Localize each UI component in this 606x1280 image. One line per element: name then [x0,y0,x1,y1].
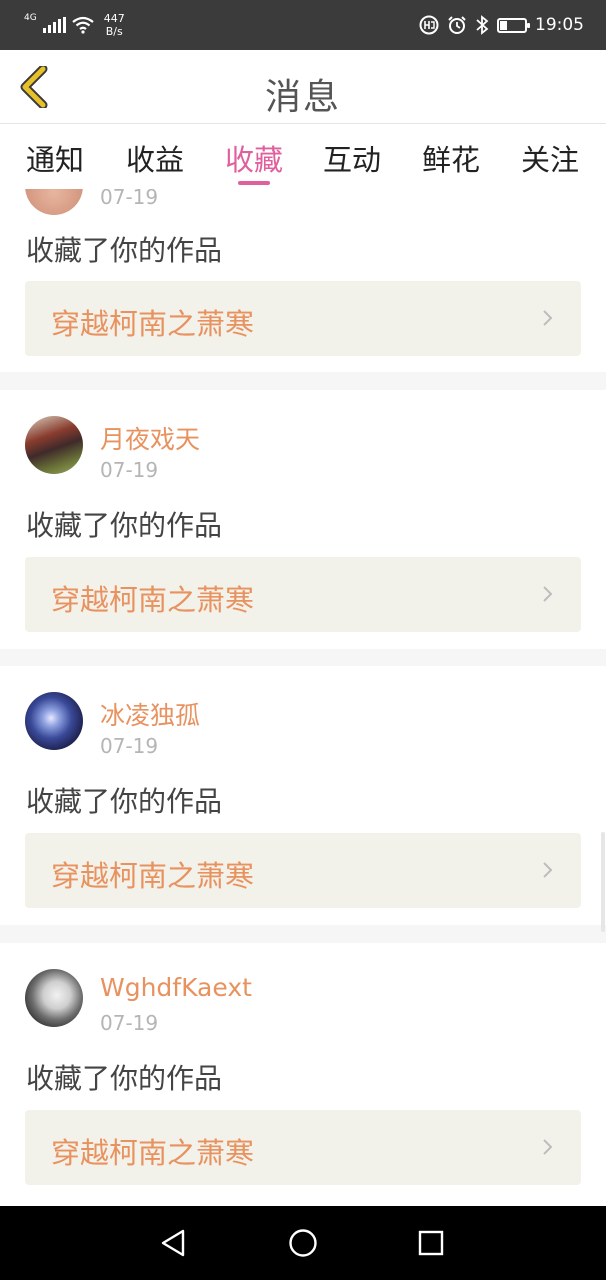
notification-action: 收藏了你的作品 [26,785,223,818]
network-speed: 447 B/s [104,12,125,38]
username[interactable]: WghdfKaext [100,973,252,1002]
system-nav-bar [0,1206,606,1280]
nav-home-button[interactable] [283,1223,323,1263]
battery-icon [497,17,530,33]
work-link[interactable]: 穿越柯南之萧寒 [25,1110,581,1185]
work-link[interactable]: 穿越柯南之萧寒 [25,557,581,632]
tab-notifications[interactable]: 通知 [15,137,95,179]
nav-back-button[interactable] [153,1223,193,1263]
chevron-right-icon [543,310,553,326]
notification-card: 月夜戏天 07-19 收藏了你的作品 穿越柯南之萧寒 [0,390,606,649]
chevron-right-icon [543,862,553,878]
galaxy-avatar[interactable] [25,692,83,750]
back-triangle-icon [161,1229,185,1257]
work-title: 穿越柯南之萧寒 [51,859,255,893]
page-title: 消息 [264,77,341,118]
speed-value: 447 [103,12,125,25]
work-title: 穿越柯南之萧寒 [51,307,255,341]
tab-earnings[interactable]: 收益 [115,137,195,179]
notification-card: 07-19 收藏了你的作品 穿越柯南之萧寒 [0,189,606,372]
anime-character-avatar[interactable] [25,416,83,474]
notification-feed[interactable]: 07-19 收藏了你的作品 穿越柯南之萧寒 月夜戏天 07-19 收藏了你的作品… [0,189,606,1206]
notification-date: 07-19 [100,1011,159,1035]
work-title: 穿越柯南之萧寒 [51,583,255,617]
tab-interactions[interactable]: 互动 [312,137,392,179]
bluetooth-icon [476,15,489,35]
tab-favorites[interactable]: 收藏 [214,137,294,179]
work-title: 穿越柯南之萧寒 [51,1136,255,1170]
status-left: 4G 447 B/s [24,10,125,40]
username[interactable]: 冰凌独孤 [100,696,200,732]
chevron-right-icon [543,1139,553,1155]
speed-unit: B/s [105,25,123,38]
notification-card: WghdfKaext 07-19 收藏了你的作品 穿越柯南之萧寒 [0,943,606,1206]
hd-icon [419,15,439,35]
tab-follows[interactable]: 关注 [510,137,590,179]
notification-action: 收藏了你的作品 [26,234,223,267]
notification-date: 07-19 [100,458,159,482]
wifi-icon [72,16,94,34]
notification-action: 收藏了你的作品 [26,509,223,542]
tab-bar: 通知 收益 收藏 互动 鲜花 关注 [0,125,606,189]
status-right: 19:05 [419,10,584,40]
notification-date: 07-19 [100,734,159,758]
recents-square-icon [418,1230,444,1256]
username[interactable]: 月夜戏天 [100,420,200,456]
notification-date: 07-19 [100,189,159,209]
active-tab-indicator [238,181,270,185]
signal-icon [42,17,66,33]
notification-action: 收藏了你的作品 [26,1062,223,1095]
battery-level [500,20,507,30]
partial-avatar[interactable] [25,189,83,215]
nav-recents-button[interactable] [411,1223,451,1263]
network-type: 4G [24,12,37,23]
sketch-portrait-avatar[interactable] [25,969,83,1027]
home-circle-icon [289,1229,317,1257]
status-bar: 4G 447 B/s 19:05 [0,0,606,50]
tab-flowers[interactable]: 鲜花 [411,137,491,179]
notification-card: 冰凌独孤 07-19 收藏了你的作品 穿越柯南之萧寒 [0,666,606,925]
work-link[interactable]: 穿越柯南之萧寒 [25,833,581,908]
work-link[interactable]: 穿越柯南之萧寒 [25,281,581,356]
alarm-icon [448,16,466,34]
app-header: 消息 [0,50,606,124]
clock: 19:05 [535,15,584,35]
chevron-right-icon [543,586,553,602]
scrollbar[interactable] [601,832,605,932]
